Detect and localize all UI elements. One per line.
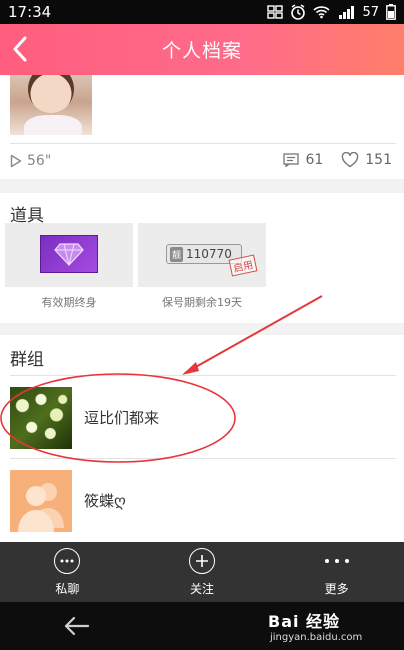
tab-more[interactable]: 更多: [269, 542, 404, 602]
profile-content[interactable]: 56" 61 151 道具 靓 110770 启用 有效期终身 保号期剩余19天…: [0, 75, 404, 542]
default-group-avatar-icon: [10, 470, 72, 532]
like-count: 151: [365, 152, 392, 168]
watermark-url: jingyan.baidu.com: [270, 632, 363, 643]
battery-icon: [386, 4, 396, 20]
tab-label: 关注: [190, 581, 215, 596]
system-nav-bar: Bai 经验 jingyan.baidu.com: [0, 602, 404, 650]
comment-count: 61: [305, 152, 324, 168]
props-section: 道具 靓 110770 启用 有效期终身 保号期剩余19天: [0, 193, 404, 323]
status-time: 17:34: [8, 3, 52, 21]
signal-icon: [337, 5, 355, 19]
profile-photo[interactable]: [10, 75, 92, 135]
more-dots-icon: [324, 548, 350, 574]
group-name: 逗比们都来: [84, 409, 160, 427]
wifi-icon: [313, 5, 330, 19]
diamond-icon: [40, 235, 98, 273]
group-avatar: [10, 387, 72, 449]
group-item[interactable]: 筱蝶ღ: [0, 459, 404, 541]
play-icon: [10, 154, 22, 168]
profile-stats: 61 151: [283, 152, 392, 168]
chevron-left-icon: [13, 36, 27, 62]
groups-section: 群组 逗比们都来 筱蝶ღ: [0, 335, 404, 542]
watermark-brand: Bai 经验: [268, 612, 341, 631]
active-stamp: 启用: [228, 254, 258, 277]
voice-duration: 56": [27, 153, 52, 169]
heart-icon[interactable]: [341, 152, 359, 168]
tab-private-chat[interactable]: 私聊: [0, 542, 135, 602]
comment-icon[interactable]: [283, 153, 300, 167]
ticket-number: 110770: [186, 247, 232, 261]
chat-bubble-icon: [54, 547, 81, 574]
profile-card: 56" 61 151: [0, 75, 404, 179]
alarm-icon: [290, 4, 306, 20]
watermark: Bai 经验 jingyan.baidu.com: [268, 602, 378, 650]
prop-caption: 保号期剩余19天: [162, 296, 242, 309]
prop-vip-card[interactable]: [5, 223, 133, 287]
nfc-icon: [267, 5, 284, 19]
tab-label: 私聊: [55, 581, 80, 596]
status-bar: 17:34 57: [0, 0, 404, 24]
header-bar: 个人档案: [0, 24, 404, 75]
divider: [10, 143, 396, 144]
tab-label: 更多: [324, 581, 349, 596]
page-title: 个人档案: [161, 40, 242, 62]
plus-circle-icon: [189, 547, 215, 574]
bottom-tab-bar: 私聊 关注 更多: [0, 542, 404, 602]
tab-follow[interactable]: 关注: [135, 542, 270, 602]
group-name: 筱蝶ღ: [84, 492, 126, 510]
group-item[interactable]: 逗比们都来: [0, 376, 404, 458]
prop-caption: 有效期终身: [41, 296, 97, 309]
prop-number-ticket[interactable]: 靓 110770 启用: [138, 223, 266, 287]
groups-title: 群组: [10, 350, 44, 370]
battery-level: 57: [362, 4, 379, 20]
status-icons: 57: [267, 4, 396, 20]
system-back-icon[interactable]: [62, 614, 90, 638]
ticket-label: 靓: [170, 246, 184, 262]
voice-play[interactable]: 56": [10, 153, 51, 169]
back-button[interactable]: [6, 34, 34, 64]
